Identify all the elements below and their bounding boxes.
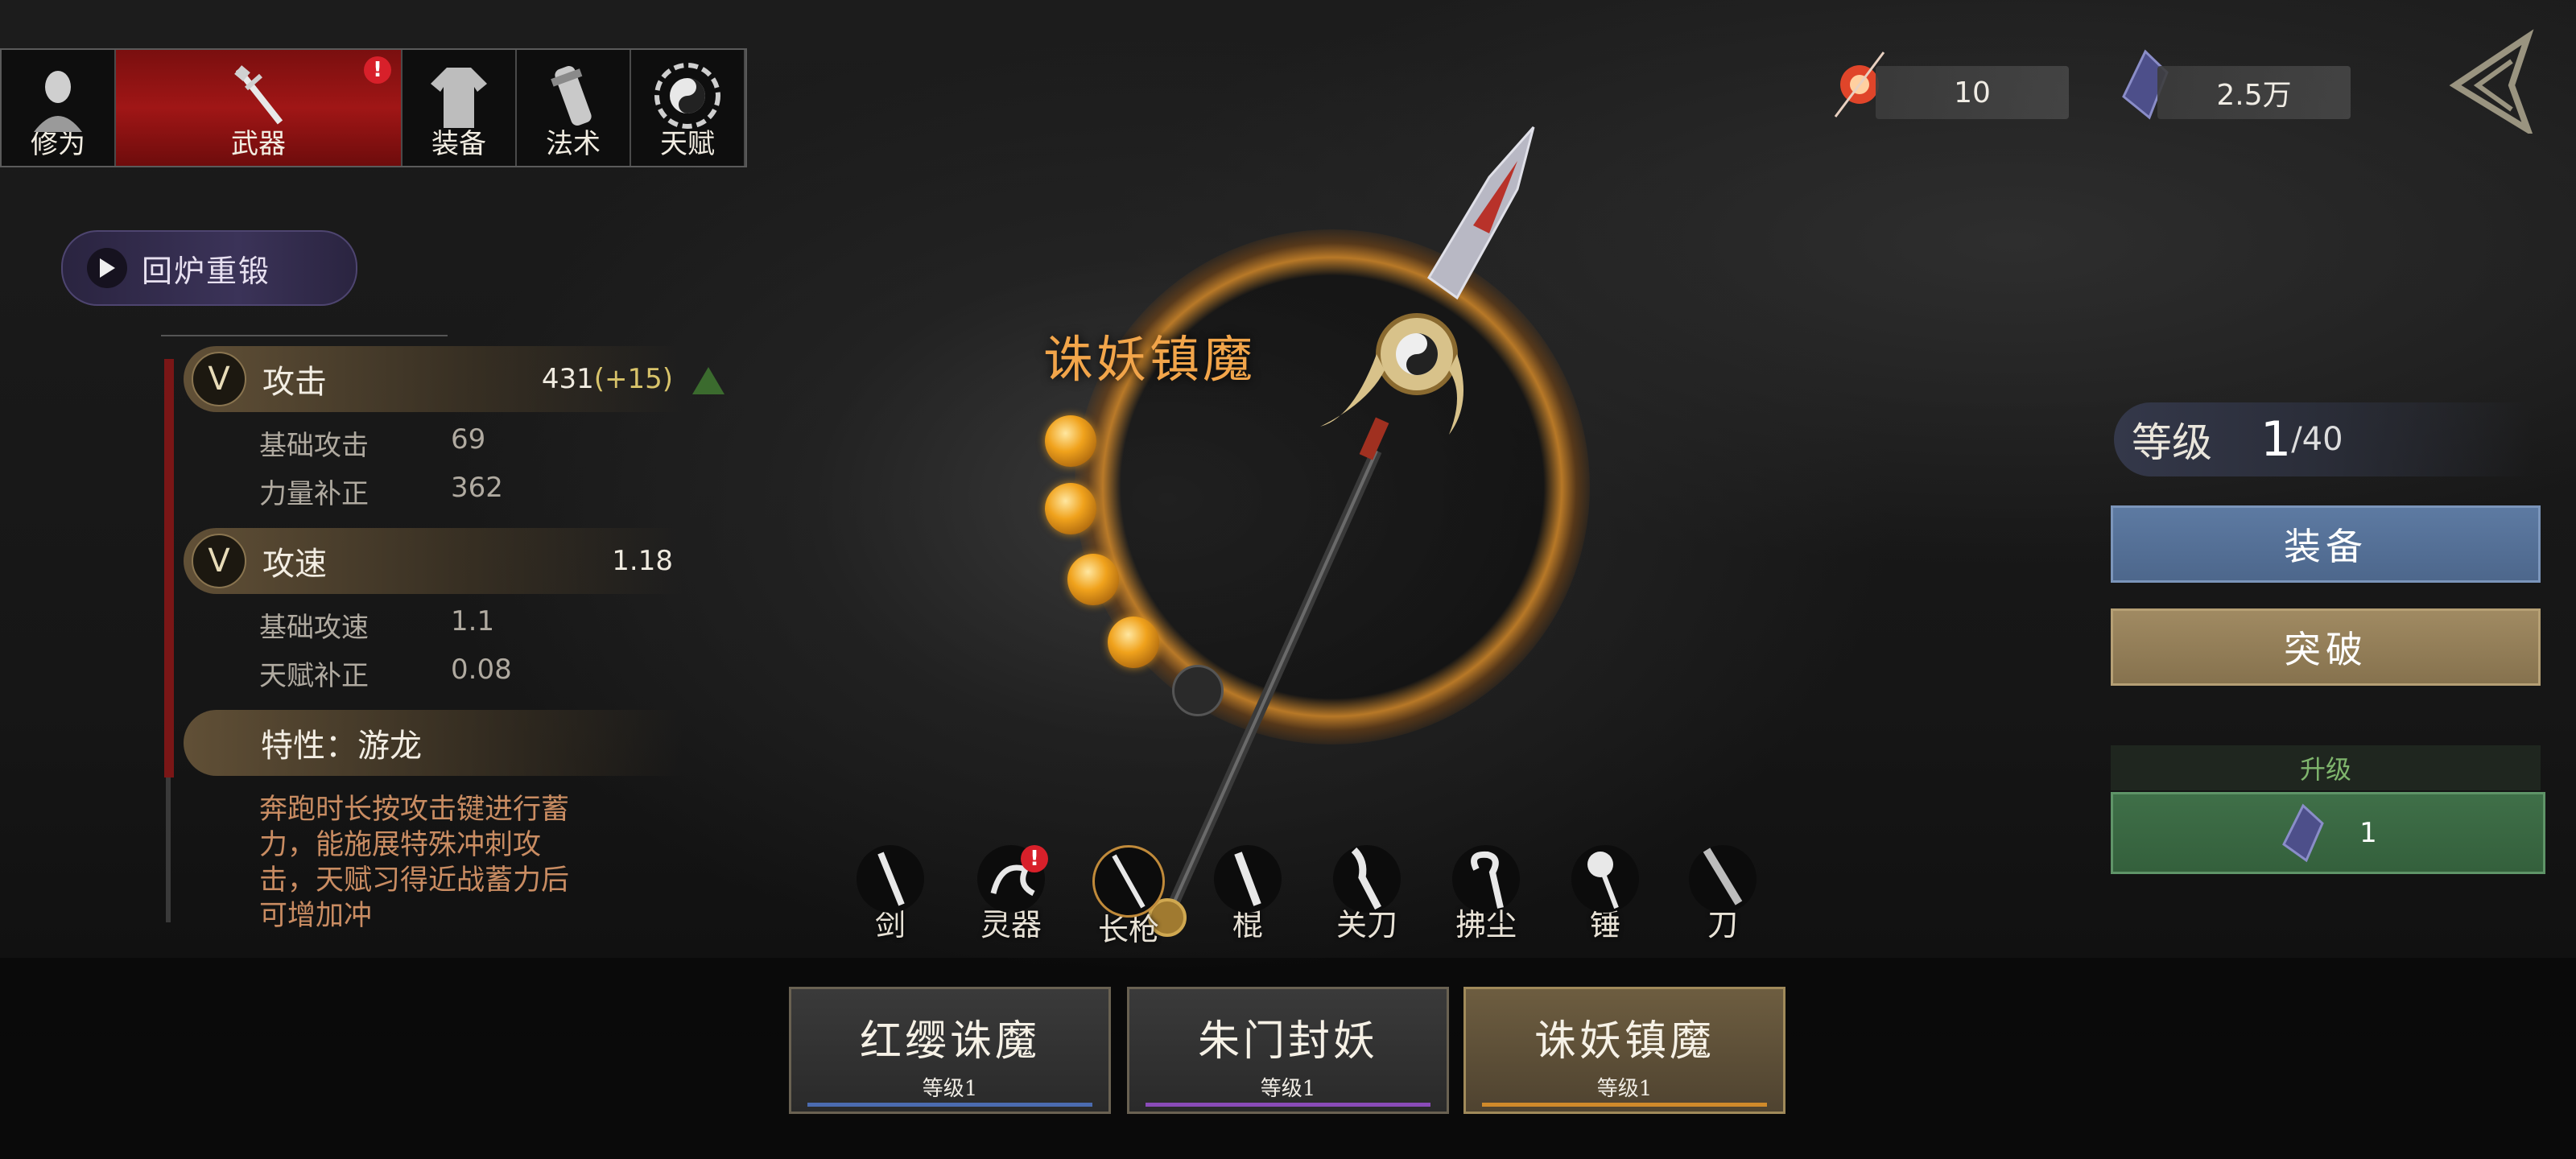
trait-scrollbar[interactable] — [166, 777, 171, 922]
category-tabs: 修为 ! 武器 装备 法术 天赋 — [0, 48, 747, 167]
tab-equipment[interactable]: 装备 — [402, 50, 517, 166]
stat-attack-value: 431(+15) — [542, 363, 673, 395]
stat-sub-value: 362 — [451, 472, 503, 504]
weapon-card-name: 红缨诛魔 — [859, 1017, 1040, 1066]
alert-badge: ! — [1021, 845, 1048, 872]
weapon-card-level: 等级1 — [1260, 1077, 1316, 1101]
sword-icon — [857, 845, 924, 913]
tab-cultivation[interactable]: 修为 — [2, 50, 116, 166]
divider — [161, 335, 448, 336]
bagua-icon — [654, 63, 720, 129]
stat-sub-row: 基础攻速 1.1 — [259, 605, 494, 645]
rarity-bar — [1146, 1103, 1430, 1107]
robe-icon — [431, 68, 487, 128]
weapon-type-spirit[interactable]: ! 灵器 — [971, 845, 1051, 950]
staff-icon — [1214, 845, 1282, 913]
weapon-card-name: 朱门封妖 — [1197, 1017, 1378, 1066]
chevron-down-icon: V — [192, 534, 246, 588]
stat-sub-value: 1.1 — [451, 605, 495, 637]
equip-button[interactable]: 装备 — [2111, 505, 2541, 583]
charge-orb-filled — [1045, 483, 1096, 534]
stat-speed-header[interactable]: V 攻速 1.18 — [184, 528, 683, 594]
stat-sub-label: 基础攻速 — [259, 612, 369, 644]
stat-up-arrow-icon — [692, 367, 724, 394]
stat-attack-name: 攻击 — [262, 364, 327, 401]
stat-sub-label: 力量补正 — [259, 478, 369, 510]
scroll-icon — [551, 66, 592, 126]
upgrade-label: 升级 — [2111, 745, 2541, 790]
level-label: 等级 — [2132, 419, 2212, 466]
alert-badge: ! — [364, 56, 391, 84]
guandao-icon — [1333, 845, 1401, 913]
stat-sub-value: 69 — [451, 423, 486, 456]
cultivator-portrait-icon — [34, 71, 82, 132]
attack-value: 431 — [541, 363, 594, 395]
weapon-type-hammer[interactable]: 锤 — [1565, 845, 1645, 950]
weapon-card[interactable]: 朱门封妖 等级1 — [1127, 987, 1449, 1114]
tab-spells[interactable]: 法术 — [517, 50, 631, 166]
stat-sub-value: 0.08 — [451, 654, 512, 686]
stat-sub-label: 天赋补正 — [259, 660, 369, 692]
stat-sub-row: 力量补正 362 — [259, 472, 503, 511]
rarity-bar — [807, 1103, 1092, 1107]
rarity-bar — [1482, 1103, 1767, 1107]
weapon-card-level: 等级1 — [1596, 1077, 1653, 1101]
stat-sub-label: 基础攻击 — [259, 430, 369, 462]
tab-talent[interactable]: 天赋 — [631, 50, 745, 166]
hammer-icon — [1571, 845, 1639, 913]
upgrade-cost: 1 — [2359, 817, 2377, 849]
level-current: 1 — [2260, 411, 2292, 468]
weapon-type-staff[interactable]: 棍 — [1208, 845, 1288, 950]
trait-description: 奔跑时长按攻击键进行蓄力，能施展特殊冲刺攻击，天赋习得近战蓄力后可增加冲 — [259, 794, 570, 929]
blade-icon — [1689, 845, 1757, 913]
weapon-card-level: 等级1 — [922, 1077, 978, 1101]
upgrade-button[interactable]: 1 — [2111, 792, 2545, 874]
stat-speed-name: 攻速 — [262, 546, 327, 583]
play-icon — [87, 248, 127, 288]
weapon-type-blade[interactable]: 刀 — [1682, 845, 1763, 950]
charge-orb-filled — [1045, 415, 1096, 467]
currency-essence: 10 — [1876, 66, 2069, 119]
weapon-card-selected[interactable]: 诛妖镇魔 等级1 — [1463, 987, 1785, 1114]
attack-bonus: (+15) — [593, 363, 673, 395]
sword-icon — [234, 65, 283, 125]
trait-header: 特性：游龙 — [184, 710, 683, 776]
stat-attack-header[interactable]: V 攻击 431(+15) — [184, 346, 683, 412]
recast-button[interactable]: 回炉重锻 — [61, 230, 357, 306]
weapon-type-sword[interactable]: 剑 — [850, 845, 931, 950]
level-display: 等级 1 /40 — [2114, 402, 2533, 476]
spear-icon — [1092, 845, 1165, 918]
weapon-type-spear[interactable]: 长枪 — [1088, 845, 1169, 950]
spear-weapon-image — [1148, 126, 1535, 937]
tab-weapon[interactable]: ! 武器 — [116, 50, 402, 166]
level-max: /40 — [2291, 421, 2343, 458]
stat-sub-row: 天赋补正 0.08 — [259, 654, 512, 693]
currency-crystal: 2.5万 — [2157, 66, 2351, 119]
recast-label: 回炉重锻 — [142, 253, 271, 289]
crystal-icon — [2282, 803, 2324, 863]
back-button[interactable] — [2439, 29, 2536, 134]
chevron-down-icon: V — [192, 352, 246, 406]
weapon-type-whisk[interactable]: 拂尘 — [1446, 845, 1526, 950]
weapon-card-name: 诛妖镇魔 — [1534, 1017, 1715, 1066]
stats-accent-bar — [164, 359, 174, 777]
stat-speed-value: 1.18 — [612, 545, 673, 577]
whisk-icon — [1452, 845, 1520, 913]
weapon-type-guandao[interactable]: 关刀 — [1327, 845, 1407, 950]
weapon-card[interactable]: 红缨诛魔 等级1 — [789, 987, 1111, 1114]
stat-sub-row: 基础攻击 69 — [259, 423, 485, 463]
breakthrough-button[interactable]: 突破 — [2111, 608, 2541, 686]
trait-name: 特性：游龙 — [261, 728, 422, 765]
